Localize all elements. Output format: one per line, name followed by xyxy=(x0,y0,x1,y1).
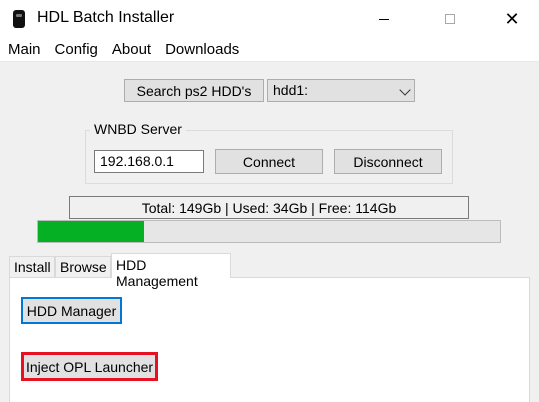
maximize-button[interactable] xyxy=(427,0,473,38)
tab-browse[interactable]: Browse xyxy=(55,256,111,277)
chevron-down-icon xyxy=(399,84,411,96)
storage-progress-bar xyxy=(37,220,501,243)
minimize-button[interactable] xyxy=(361,0,407,38)
drive-select[interactable]: hdd1: xyxy=(267,79,415,102)
close-button[interactable]: ✕ xyxy=(489,0,535,38)
storage-status: Total: 149Gb | Used: 34Gb | Free: 114Gb xyxy=(69,196,469,219)
menu-main[interactable]: Main xyxy=(0,38,47,62)
search-ps2-hdds-button[interactable]: Search ps2 HDD's xyxy=(124,79,264,102)
tab-hdd-management[interactable]: HDD Management xyxy=(111,253,231,289)
tab-install[interactable]: Install xyxy=(9,256,55,277)
maximize-icon xyxy=(445,14,455,24)
window-title: HDL Batch Installer xyxy=(37,9,175,26)
menu-bar: Main Config About Downloads xyxy=(0,38,539,62)
disconnect-button[interactable]: Disconnect xyxy=(334,149,442,174)
menu-config[interactable]: Config xyxy=(47,38,104,62)
close-icon: ✕ xyxy=(504,8,520,29)
hdd-management-panel xyxy=(9,277,530,402)
ip-address-input[interactable]: 192.168.0.1 xyxy=(94,150,204,173)
wnbd-group-title: WNBD Server xyxy=(90,121,186,137)
app-icon xyxy=(13,10,25,28)
menu-downloads[interactable]: Downloads xyxy=(157,38,245,62)
hdd-manager-button[interactable]: HDD Manager xyxy=(21,297,122,324)
inject-opl-launcher-button[interactable]: Inject OPL Launcher xyxy=(21,352,158,381)
drive-select-value: hdd1: xyxy=(273,82,309,98)
storage-progress-fill xyxy=(38,221,144,242)
title-bar: HDL Batch Installer ✕ xyxy=(0,0,539,38)
connect-button[interactable]: Connect xyxy=(215,149,323,174)
menu-about[interactable]: About xyxy=(104,38,157,62)
minimize-icon xyxy=(379,18,389,20)
